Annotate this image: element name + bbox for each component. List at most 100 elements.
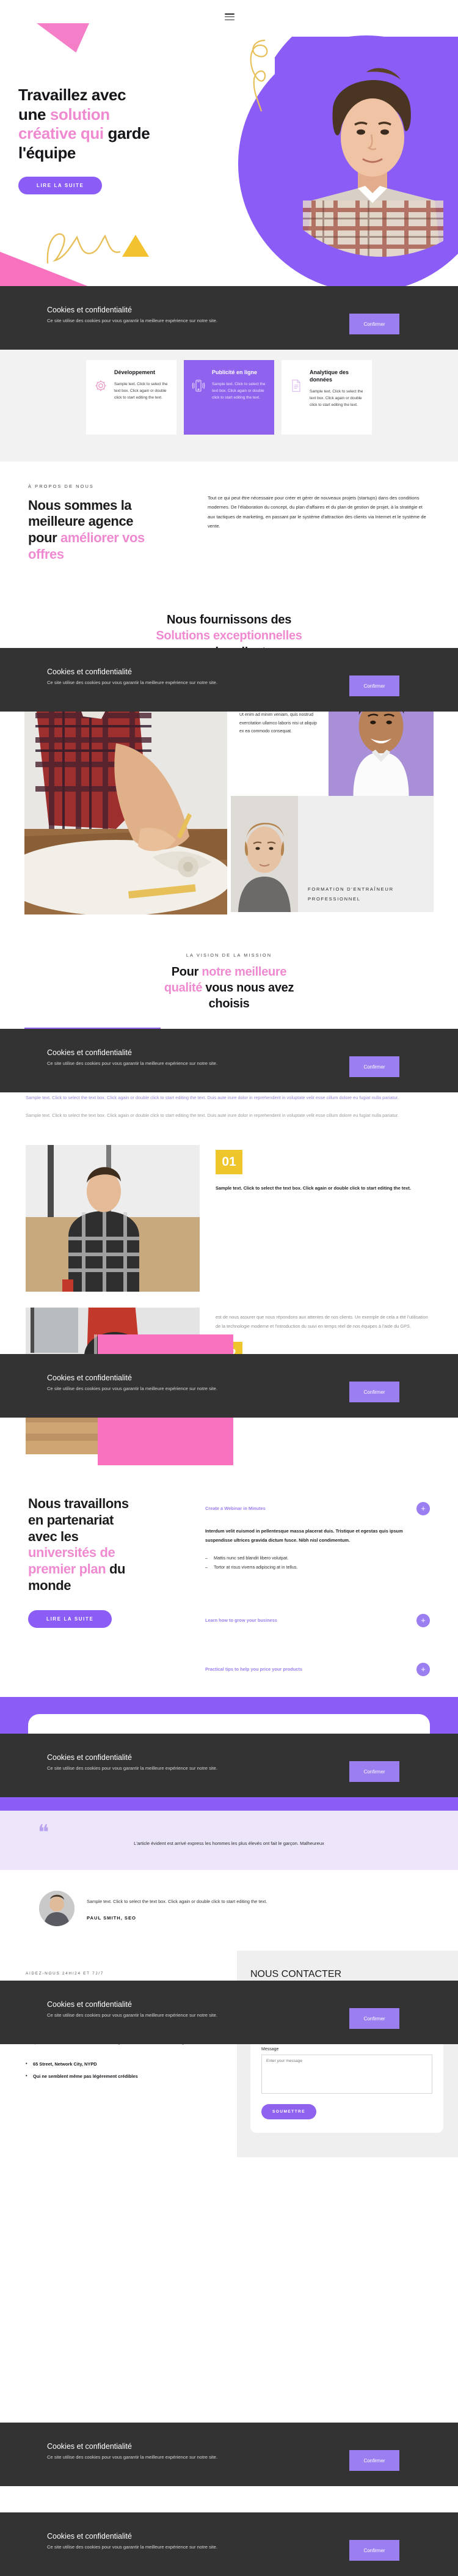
mission-title-l2b: vous nous avez [202, 981, 294, 995]
cookie-confirm-button[interactable]: Confirmer [349, 2540, 399, 2561]
partners-cta-button[interactable]: LIRE LA SUITE [28, 1610, 112, 1628]
about-title-l1: Nous sommes la [28, 497, 132, 513]
cookie-banner-6: Cookies et confidentialité Ce site utili… [0, 1981, 458, 2044]
cookie-confirm-button[interactable]: Confirmer [349, 314, 399, 334]
hero-title-line1: Travaillez avec [18, 86, 126, 104]
mission-paragraph-grey: Sample text. Click to select the text bo… [26, 1113, 399, 1119]
contact-bullet-item: 65 Street, Network City, NYPD [26, 2059, 213, 2069]
partners-title-l5b: du [106, 1561, 126, 1577]
accordion-list-item: Mattis nunc sed blandit libero volutpat. [205, 1553, 430, 1562]
solutions-section: Nous fournissons des Solutions exception… [0, 581, 458, 926]
service-card-analytics[interactable]: Analytique des données Sample text. Clic… [282, 359, 372, 435]
quote-section: ❝ L'article évident est arrivé express l… [0, 1810, 458, 1870]
accordion-body-text: Interdum velit euismod in pellentesque m… [205, 1528, 403, 1544]
step-01-photo [26, 1144, 200, 1292]
formation-title: FORMATION D'ENTRAÎNEUR PROFESSIONNEL [308, 886, 394, 902]
mission-kicker: LA VISION DE LA MISSION [186, 952, 272, 959]
cookie-title: Cookies et confidentialité [47, 1048, 132, 1057]
cookie-description: Ce site utilise des cookies pour vous ga… [47, 1061, 217, 1066]
cookie-confirm-button[interactable]: Confirmer [349, 1382, 399, 1402]
cookie-banner-2: Cookies et confidentialité Ce site utili… [0, 648, 458, 712]
testimonial-name: PAUL SMITH, SEO [87, 1915, 136, 1921]
accordion-row-1[interactable]: Create a Webinar in Minutes + [205, 1496, 430, 1522]
cookie-banner-8: Cookies et confidentialité Ce site utili… [0, 2512, 458, 2576]
contact-kicker: AIDEZ-NOUS 24H/24 ET 7J/7 [26, 1971, 104, 1976]
accordion-label: Create a Webinar in Minutes [205, 1506, 266, 1512]
pink-triangle-decoration [37, 23, 89, 53]
plus-icon[interactable]: + [416, 1662, 430, 1676]
about-right: Tout ce qui peut être nécessaire pour cr… [208, 484, 430, 563]
mission-section: LA VISION DE LA MISSION Pour notre meill… [0, 926, 458, 1127]
solutions-title-l1: Nous fournissons des [166, 613, 292, 627]
partners-title-l5a: premier plan [28, 1561, 106, 1577]
contact-message-field: Message [261, 2047, 432, 2097]
service-card-text: Sample text. Click to select the text bo… [212, 381, 266, 400]
accordion-label: Learn how to grow your business [205, 1617, 277, 1624]
hero-text-block: Travaillez avec une solution créative qu… [18, 86, 220, 194]
hero-cta-button[interactable]: LIRE LA SUITE [18, 176, 103, 194]
cookie-title: Cookies et confidentialité [47, 306, 132, 314]
about-title-l3a: pour [28, 530, 60, 546]
cookie-confirm-button[interactable]: Confirmer [349, 675, 399, 696]
contact-submit-button[interactable]: SOUMETTRE [261, 2103, 316, 2119]
mission-title-l1b: notre meilleure [202, 965, 287, 979]
testimonial-body: Sample text. Click to select the text bo… [87, 1896, 419, 1921]
mission-title-l2a: qualité [164, 981, 203, 995]
about-kicker: À PROPOS DE NOUS [28, 483, 94, 489]
mission-paragraph-lavender: Sample text. Click to select the text bo… [26, 1094, 399, 1100]
about-body: Tout ce qui peut être nécessaire pour cr… [208, 495, 426, 529]
mission-title-l3: choisis [208, 997, 250, 1011]
accordion-row-3[interactable]: Practical tips to help you price your pr… [205, 1657, 430, 1682]
contact-message-label: Message [261, 2047, 279, 2052]
cookie-description: Ce site utilise des cookies pour vous ga… [47, 1386, 217, 1391]
about-section: À PROPOS DE NOUS Nous sommes la meilleur… [0, 461, 458, 581]
accordion: Create a Webinar in Minutes + Interdum v… [205, 1496, 430, 1682]
hero-title: Travaillez avec une solution créative qu… [18, 86, 220, 163]
cookie-confirm-button[interactable]: Confirmer [349, 2008, 399, 2029]
solutions-photo-young-man [231, 796, 298, 913]
service-card-text: Sample text. Click to select the text bo… [114, 381, 168, 400]
cookie-confirm-button[interactable]: Confirmer [349, 1056, 399, 1077]
plus-icon[interactable]: + [416, 1501, 430, 1515]
service-card-text: Sample text. Click to select the text bo… [310, 389, 363, 408]
cookie-title: Cookies et confidentialité [47, 2000, 132, 2009]
cookie-confirm-button[interactable]: Confirmer [349, 1761, 399, 1782]
yellow-triangle-decoration [122, 235, 149, 257]
cookie-banner-1: Cookies et confidentialité Ce site utili… [0, 286, 458, 350]
hamburger-menu-icon[interactable] [225, 13, 234, 22]
solutions-grid: POURQUOI NOUS Ut enim ad minim veniam, q… [0, 676, 458, 915]
hero-title-line3a: créative qui [18, 124, 104, 143]
cookie-description: Ce site utilise des cookies pour vous ga… [47, 318, 217, 323]
document-icon [289, 369, 305, 425]
accordion-label: Practical tips to help you price your pr… [205, 1666, 302, 1673]
service-card-development[interactable]: Développement Sample text. Click to sele… [86, 359, 176, 435]
partners-title: Nous travaillons en partenariat avec les… [28, 1496, 181, 1594]
cookie-confirm-button[interactable]: Confirmer [349, 2450, 399, 2471]
about-title: Nous sommes la meilleure agence pour amé… [28, 498, 181, 563]
cookie-banner-5: Cookies et confidentialité Ce site utili… [0, 1734, 458, 1797]
contact-bullet-item: Qui ne semblent même pas légèrement créd… [26, 2072, 213, 2081]
hero-person-photo [275, 37, 458, 286]
service-card-title: Analytique des données [310, 369, 349, 383]
cookie-banner-3: Cookies et confidentialité Ce site utili… [0, 1029, 458, 1092]
contact-bullets: 65 Street, Network City, NYPD Qui ne sem… [26, 2059, 213, 2081]
contact-message-input[interactable] [261, 2054, 432, 2094]
cookie-banner-4: Cookies et confidentialité Ce site utili… [0, 1354, 458, 1418]
avatar [39, 1890, 75, 1926]
service-card-advertising[interactable]: Publicité en ligne Sample text. Click to… [184, 359, 274, 435]
service-card-title: Développement [114, 369, 156, 375]
cookie-description: Ce site utilise des cookies pour vous ga… [47, 680, 217, 685]
cookie-title: Cookies et confidentialité [47, 2442, 132, 2451]
step-01: 01 Sample text. Click to select the text… [0, 1144, 458, 1292]
plus-icon[interactable]: + [416, 1613, 430, 1627]
about-title-l3b: améliorer vos [60, 530, 145, 546]
mobile-icon [191, 369, 207, 425]
partners-title-l6: monde [28, 1578, 71, 1594]
cookie-description: Ce site utilise des cookies pour vous ga… [47, 2544, 217, 2550]
partners-left: Nous travaillons en partenariat avec les… [28, 1496, 181, 1682]
cookie-title: Cookies et confidentialité [47, 1753, 132, 1762]
partners-title-l3: avec les [28, 1528, 79, 1544]
accordion-row-2[interactable]: Learn how to grow your business + [205, 1608, 430, 1633]
gear-icon [93, 369, 109, 425]
step-01-text: 01 Sample text. Click to select the text… [216, 1145, 432, 1292]
